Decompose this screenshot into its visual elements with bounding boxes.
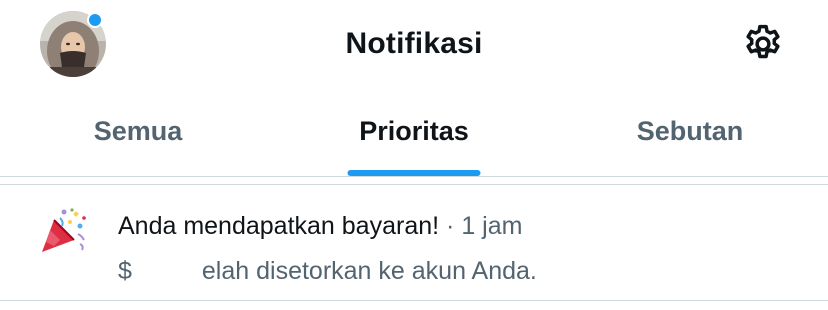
tab-semua[interactable]: Semua	[0, 88, 276, 176]
tab-bar: Semua Prioritas Sebutan	[0, 88, 828, 176]
page-title: Notifikasi	[345, 27, 483, 60]
tabs-divider	[0, 176, 828, 177]
tab-label: Semua	[93, 115, 183, 146]
notification-time: 1 jam	[461, 212, 523, 240]
notification-heading: Anda mendapatkan bayaran!	[118, 212, 440, 240]
notification-separator: ·	[446, 212, 455, 240]
tab-label: Sebutan	[636, 115, 744, 146]
notification-body-prefix: $	[118, 257, 132, 285]
gear-icon	[746, 24, 780, 59]
notification-title-line: Anda mendapatkan bayaran! · 1 jam	[118, 209, 522, 243]
tab-sebutan[interactable]: Sebutan	[552, 88, 828, 176]
party-popper-icon	[40, 206, 88, 254]
tab-label: Prioritas	[359, 115, 469, 146]
notification-body-text: elah disetorkan ke akun Anda.	[201, 257, 537, 285]
settings-button[interactable]	[741, 22, 785, 66]
notification-body: $ elah disetorkan ke akun Anda.	[118, 254, 537, 288]
redacted-amount	[131, 261, 202, 281]
top-bar: Notifikasi	[0, 0, 828, 88]
tab-prioritas[interactable]: Prioritas	[276, 88, 552, 176]
notification-divider	[0, 300, 828, 301]
notification-item[interactable]: Anda mendapatkan bayaran! · 1 jam $ elah …	[0, 185, 828, 300]
